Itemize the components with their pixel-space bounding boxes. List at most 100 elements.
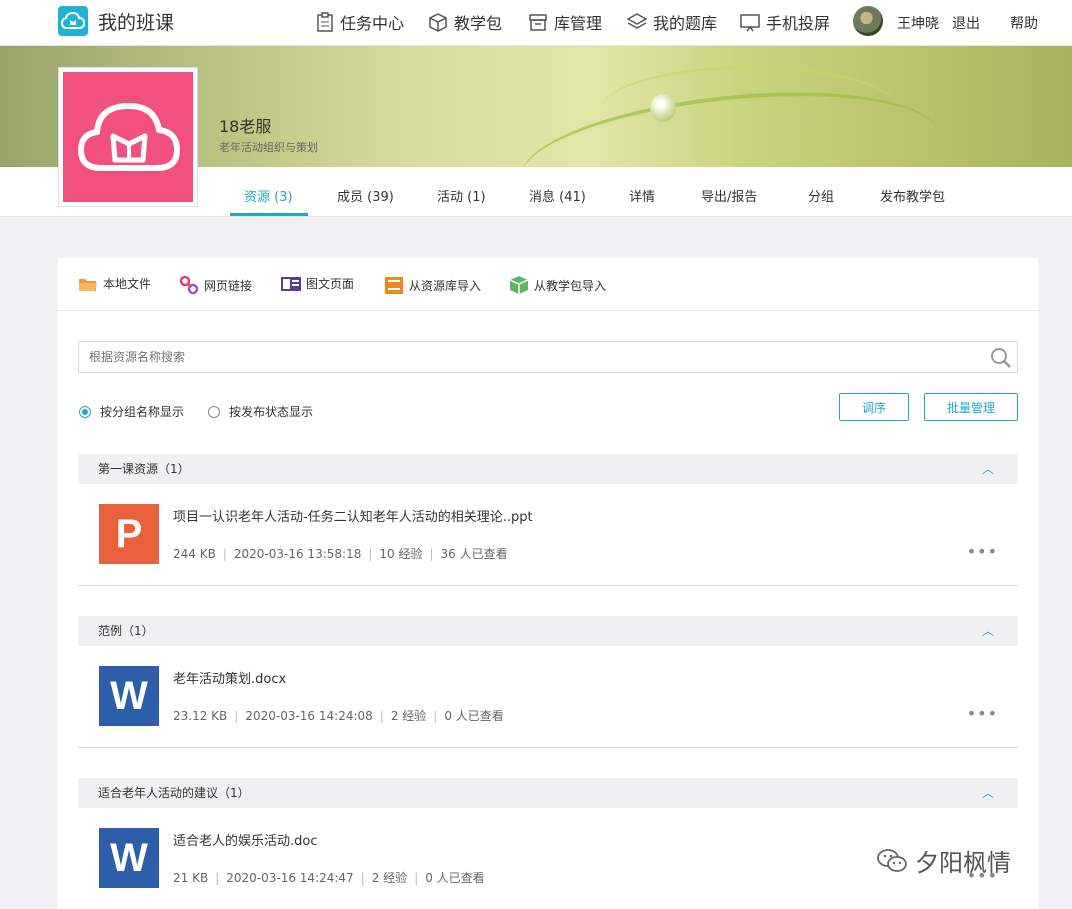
chevron-up-icon[interactable]: ︿	[982, 778, 994, 808]
file-size: 23.12 KB	[173, 709, 228, 723]
top-bar: 我的班课 任务中心 教学包 库管理 我的题库 手机投屏 王坤晓 退出 帮助	[0, 0, 1072, 46]
group-title: 第一课资源（1）	[98, 462, 190, 476]
separator: |	[360, 871, 365, 885]
nav-screen-mirror-label: 手机投屏	[766, 14, 831, 33]
view-by-status-radio[interactable]: 按发布状态显示	[208, 403, 313, 420]
import-library-button[interactable]: 从资源库导入	[384, 275, 481, 295]
cloud-book-icon	[78, 103, 180, 171]
word-file-icon: W	[99, 666, 159, 726]
group-header[interactable]: 适合老年人活动的建议（1） ︿	[78, 778, 1018, 808]
image-text-icon	[281, 276, 301, 291]
separator: |	[429, 547, 434, 561]
resource-panel: 本地文件 网页链接 图文页面 从资源库导入 从教学包导入 按分组名称显示 按发布…	[58, 258, 1038, 909]
web-link-button[interactable]: 网页链接	[179, 275, 252, 295]
help-link[interactable]: 帮助	[1010, 13, 1038, 33]
course-subtitle: 老年活动组织与策划	[219, 141, 318, 154]
nav-task-center[interactable]: 任务中心	[316, 10, 404, 34]
view-by-status-label: 按发布状态显示	[229, 405, 314, 419]
group-title: 范例（1）	[98, 624, 154, 638]
view-by-group-radio[interactable]: 按分组名称显示	[79, 403, 184, 420]
import-library-label: 从资源库导入	[409, 278, 482, 293]
local-file-button[interactable]: 本地文件	[78, 275, 151, 292]
file-date: 2020-03-16 14:24:08	[245, 709, 373, 723]
file-size: 21 KB	[173, 871, 209, 885]
file-size: 244 KB	[173, 547, 216, 561]
separator: |	[215, 871, 220, 885]
file-date: 2020-03-16 14:24:47	[226, 871, 354, 885]
chevron-up-icon[interactable]: ︿	[982, 616, 994, 646]
avatar[interactable]	[853, 6, 883, 36]
monitor-icon	[740, 14, 760, 32]
nav-library[interactable]: 库管理	[528, 10, 602, 34]
archive-icon	[529, 14, 547, 31]
cloud-logo-icon	[58, 6, 88, 36]
web-link-label: 网页链接	[204, 278, 253, 293]
tab-activities[interactable]: 活动 (1)	[437, 186, 486, 205]
group-header[interactable]: 第一课资源（1） ︿	[78, 454, 1018, 484]
tab-members[interactable]: 成员 (39)	[337, 186, 394, 205]
resource-item[interactable]: P 项目一认识老年人活动-任务二认知老年人活动的相关理论..ppt 244 KB…	[78, 484, 1018, 586]
app-logo[interactable]: 我的班课	[58, 6, 174, 36]
resource-item[interactable]: W 老年活动策划.docx 23.12 KB | 2020-03-16 14:24:…	[78, 646, 1018, 748]
separator: |	[222, 547, 227, 561]
local-file-label: 本地文件	[103, 277, 152, 291]
tab-messages[interactable]: 消息 (41)	[529, 186, 586, 205]
nav-question-bank[interactable]: 我的题库	[627, 10, 717, 34]
radio-unchecked-icon	[208, 405, 220, 418]
sort-button[interactable]: 调序	[839, 393, 909, 421]
nav-screen-mirror[interactable]: 手机投屏	[740, 10, 830, 34]
separator: |	[234, 709, 239, 723]
course-name: 18老服	[219, 117, 272, 136]
rich-page-button[interactable]: 图文页面	[281, 275, 354, 292]
import-package-label: 从教学包导入	[534, 278, 607, 293]
file-exp: 2 经验	[371, 871, 408, 885]
separator: |	[433, 709, 438, 723]
file-views: 0 人已查看	[425, 871, 485, 885]
tab-publish-package[interactable]: 发布教学包	[880, 186, 945, 205]
tab-details[interactable]: 详情	[629, 186, 655, 205]
more-icon[interactable]: •••	[967, 704, 998, 723]
nav-task-center-label: 任务中心	[340, 14, 405, 33]
active-tab-indicator	[230, 213, 308, 216]
wechat-icon	[877, 848, 907, 872]
file-exp: 2 经验	[390, 709, 427, 723]
word-file-icon: W	[99, 828, 159, 888]
group-header[interactable]: 范例（1） ︿	[78, 616, 1018, 646]
file-views: 36 人已查看	[440, 547, 508, 561]
tab-groups[interactable]: 分组	[808, 186, 834, 205]
upload-toolbar: 本地文件 网页链接 图文页面 从资源库导入 从教学包导入	[58, 258, 1038, 311]
file-name[interactable]: 适合老人的娱乐活动.doc	[173, 830, 318, 849]
separator: |	[414, 871, 419, 885]
file-exp: 10 经验	[379, 547, 423, 561]
file-views: 0 人已查看	[444, 709, 504, 723]
separator: |	[368, 547, 373, 561]
chevron-up-icon[interactable]: ︿	[982, 454, 994, 484]
search-input[interactable]	[79, 342, 959, 372]
link-icon	[179, 275, 199, 295]
user-name[interactable]: 王坤晓	[897, 13, 939, 33]
file-meta: 23.12 KB | 2020-03-16 14:24:08 | 2 经验 | 0 人已查看	[173, 707, 504, 724]
app-title: 我的班课	[98, 11, 175, 34]
radio-checked-icon	[79, 405, 91, 418]
view-by-group-label: 按分组名称显示	[100, 405, 185, 419]
file-meta: 244 KB | 2020-03-16 13:58:18 | 10 经验 | 36 人已查看	[173, 545, 508, 562]
file-meta: 21 KB | 2020-03-16 14:24:47 | 2 经验 | 0 人已查看	[173, 869, 485, 886]
layers-icon	[627, 13, 647, 29]
box-icon	[429, 13, 447, 32]
course-cover[interactable]	[58, 67, 198, 207]
search-icon[interactable]	[989, 346, 1013, 370]
tab-export-report[interactable]: 导出/报告	[701, 186, 757, 205]
file-name[interactable]: 项目一认识老年人活动-任务二认知老年人活动的相关理论..ppt	[173, 506, 533, 525]
watermark-text: 夕阳枫情	[915, 849, 1011, 877]
import-package-button[interactable]: 从教学包导入	[509, 275, 606, 295]
nav-teaching-package-label: 教学包	[454, 14, 503, 33]
nav-teaching-package[interactable]: 教学包	[428, 10, 502, 34]
file-name[interactable]: 老年活动策划.docx	[173, 668, 286, 687]
more-icon[interactable]: •••	[967, 542, 998, 561]
watermark: 夕阳枫情	[877, 843, 1011, 878]
separator: |	[379, 709, 384, 723]
batch-manage-button[interactable]: 批量管理	[924, 393, 1018, 421]
tab-resources[interactable]: 资源 (3)	[244, 186, 293, 205]
file-date: 2020-03-16 13:58:18	[233, 547, 362, 561]
logout-link[interactable]: 退出	[952, 13, 980, 33]
